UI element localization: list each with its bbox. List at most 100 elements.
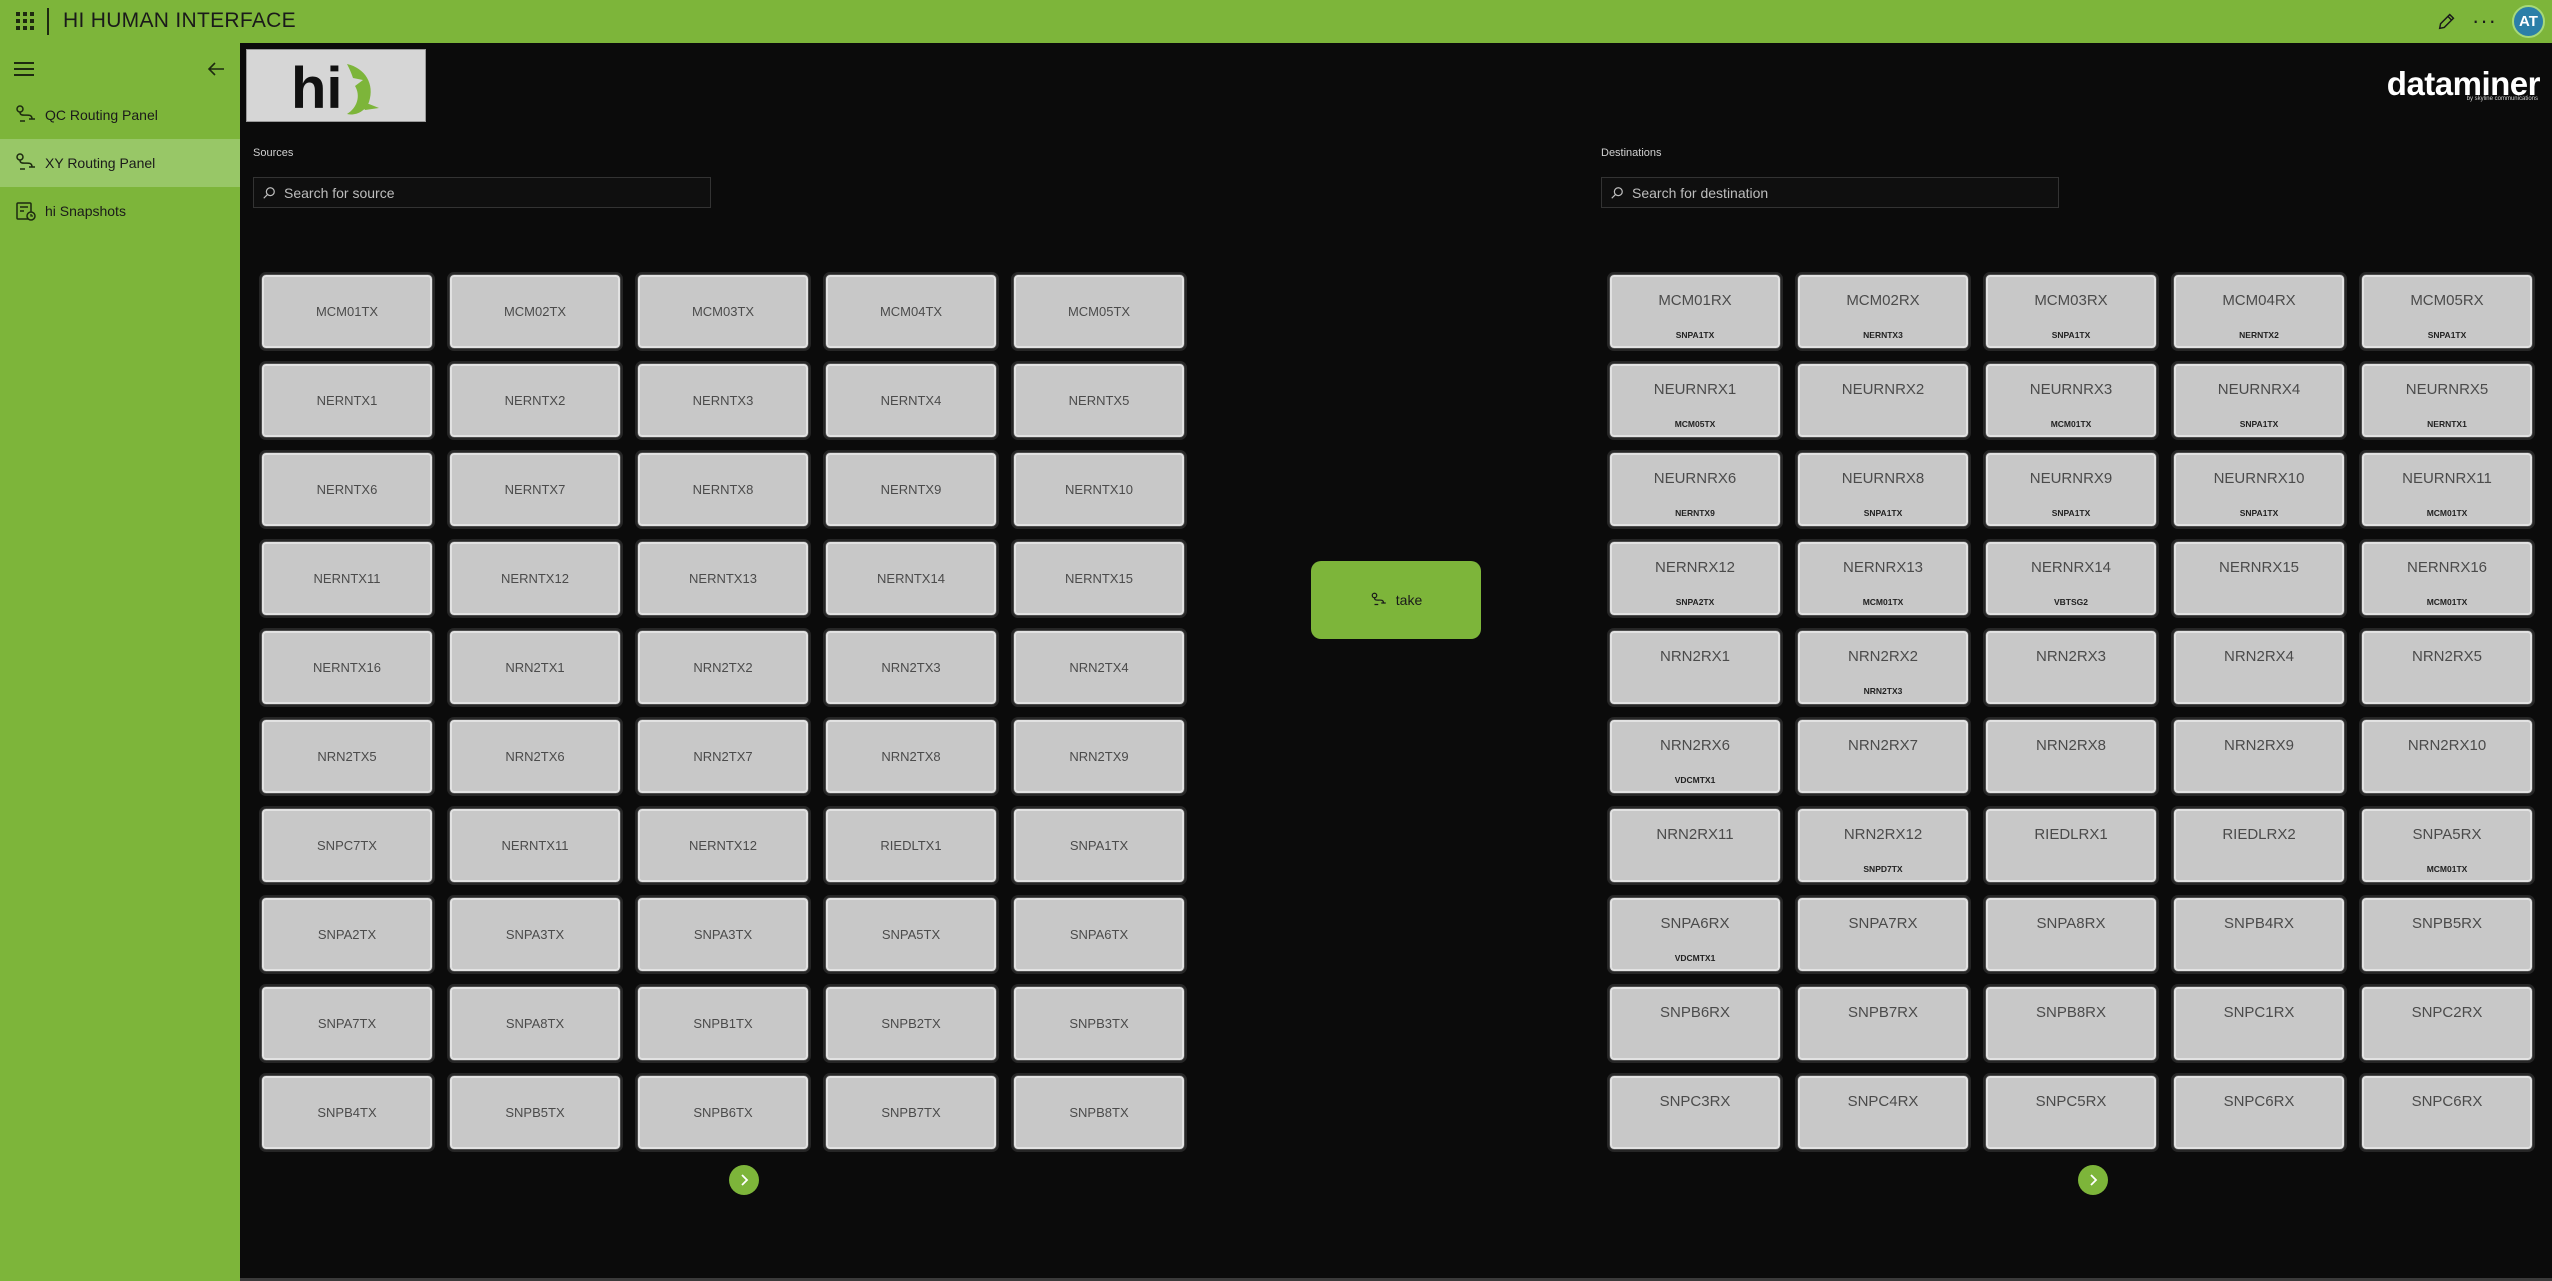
destination-tile[interactable]: SNPC6RX (2359, 1073, 2535, 1152)
more-options-icon[interactable]: ··· (2472, 8, 2497, 34)
destination-tile[interactable]: NEURNRX9 SNPA1TX (1983, 450, 2159, 529)
destination-tile[interactable]: NRN2RX11 (1607, 806, 1783, 885)
destination-tile[interactable]: NEURNRX2 (1795, 361, 1971, 440)
destination-tile[interactable]: NRN2RX12 SNPD7TX (1795, 806, 1971, 885)
destination-tile[interactable]: NEURNRX8 SNPA1TX (1795, 450, 1971, 529)
destination-tile[interactable]: NRN2RX1 (1607, 628, 1783, 707)
source-search[interactable] (253, 177, 711, 208)
destination-tile[interactable]: NRN2RX7 (1795, 717, 1971, 796)
source-tile[interactable]: NRN2TX1 (447, 628, 623, 707)
destination-tile[interactable]: RIEDLRX2 (2171, 806, 2347, 885)
source-tile[interactable]: SNPB2TX (823, 984, 999, 1063)
source-tile[interactable]: NERNTX12 (447, 539, 623, 618)
collapse-sidebar-arrow-icon[interactable] (204, 57, 228, 81)
destination-tile[interactable]: SNPB4RX (2171, 895, 2347, 974)
source-tile[interactable]: SNPA3TX (635, 895, 811, 974)
destination-tile[interactable]: NRN2RX3 (1983, 628, 2159, 707)
source-tile[interactable]: NRN2TX4 (1011, 628, 1187, 707)
source-tile[interactable]: SNPB3TX (1011, 984, 1187, 1063)
source-tile[interactable]: SNPB4TX (259, 1073, 435, 1152)
source-tile[interactable]: MCM02TX (447, 272, 623, 351)
source-tile[interactable]: MCM04TX (823, 272, 999, 351)
destination-tile[interactable]: SNPB5RX (2359, 895, 2535, 974)
destination-tile[interactable]: NRN2RX9 (2171, 717, 2347, 796)
sidebar-item-qc-routing-panel[interactable]: QC Routing Panel (0, 91, 240, 139)
source-tile[interactable]: SNPB8TX (1011, 1073, 1187, 1152)
destination-tile[interactable]: NEURNRX5 NERNTX1 (2359, 361, 2535, 440)
destination-search[interactable] (1601, 177, 2059, 208)
destination-tile[interactable]: SNPA8RX (1983, 895, 2159, 974)
destination-tile[interactable]: SNPC2RX (2359, 984, 2535, 1063)
source-tile[interactable]: SNPA8TX (447, 984, 623, 1063)
destination-tile[interactable]: NERNRX14 VBTSG2 (1983, 539, 2159, 618)
source-tile[interactable]: NERNTX10 (1011, 450, 1187, 529)
destination-tile[interactable]: NRN2RX6 VDCMTX1 (1607, 717, 1783, 796)
source-tile[interactable]: SNPB7TX (823, 1073, 999, 1152)
source-tile[interactable]: NERNTX9 (823, 450, 999, 529)
source-tile[interactable]: NERNTX12 (635, 806, 811, 885)
source-tile[interactable]: NERNTX4 (823, 361, 999, 440)
source-tile[interactable]: NERNTX8 (635, 450, 811, 529)
hamburger-menu-icon[interactable] (14, 62, 34, 78)
app-launcher-icon[interactable] (14, 10, 34, 30)
destination-tile[interactable]: NRN2RX5 (2359, 628, 2535, 707)
source-tile[interactable]: SNPB1TX (635, 984, 811, 1063)
source-tile[interactable]: NERNTX13 (635, 539, 811, 618)
destination-tile[interactable]: NERNRX15 (2171, 539, 2347, 618)
sidebar-item-xy-routing-panel[interactable]: XY Routing Panel (0, 139, 240, 187)
source-tile[interactable]: SNPA2TX (259, 895, 435, 974)
source-tile[interactable]: SNPA6TX (1011, 895, 1187, 974)
source-tile[interactable]: NERNTX14 (823, 539, 999, 618)
sidebar-item-hi-snapshots[interactable]: hi Snapshots (0, 187, 240, 235)
destination-tile[interactable]: NRN2RX2 NRN2TX3 (1795, 628, 1971, 707)
destination-tile[interactable]: NRN2RX8 (1983, 717, 2159, 796)
source-tile[interactable]: SNPB6TX (635, 1073, 811, 1152)
source-tile[interactable]: NERNTX5 (1011, 361, 1187, 440)
destination-tile[interactable]: SNPA5RX MCM01TX (2359, 806, 2535, 885)
sources-next-page-button[interactable] (729, 1165, 759, 1195)
destination-tile[interactable]: SNPC4RX (1795, 1073, 1971, 1152)
source-tile[interactable]: NERNTX1 (259, 361, 435, 440)
source-tile[interactable]: NERNTX11 (447, 806, 623, 885)
source-tile[interactable]: NRN2TX8 (823, 717, 999, 796)
destination-tile[interactable]: NERNRX13 MCM01TX (1795, 539, 1971, 618)
destination-tile[interactable]: SNPB6RX (1607, 984, 1783, 1063)
destination-tile[interactable]: MCM03RX SNPA1TX (1983, 272, 2159, 351)
source-tile[interactable]: NERNTX15 (1011, 539, 1187, 618)
destination-tile[interactable]: SNPC3RX (1607, 1073, 1783, 1152)
destination-tile[interactable]: NEURNRX1 MCM05TX (1607, 361, 1783, 440)
destination-tile[interactable]: NRN2RX4 (2171, 628, 2347, 707)
source-tile[interactable]: NERNTX11 (259, 539, 435, 618)
source-tile[interactable]: NERNTX3 (635, 361, 811, 440)
source-tile[interactable]: SNPA3TX (447, 895, 623, 974)
destination-tile[interactable]: NEURNRX4 SNPA1TX (2171, 361, 2347, 440)
destination-tile[interactable]: MCM02RX NERNTX3 (1795, 272, 1971, 351)
source-tile[interactable]: SNPB5TX (447, 1073, 623, 1152)
edit-pencil-icon[interactable] (2436, 10, 2458, 32)
destination-tile[interactable]: NERNRX12 SNPA2TX (1607, 539, 1783, 618)
source-tile[interactable]: SNPC7TX (259, 806, 435, 885)
source-search-input[interactable] (284, 184, 684, 201)
destination-tile[interactable]: MCM01RX SNPA1TX (1607, 272, 1783, 351)
source-tile[interactable]: NRN2TX9 (1011, 717, 1187, 796)
destination-tile[interactable]: SNPC6RX (2171, 1073, 2347, 1152)
destination-tile[interactable]: SNPC5RX (1983, 1073, 2159, 1152)
source-tile[interactable]: NRN2TX7 (635, 717, 811, 796)
source-tile[interactable]: MCM01TX (259, 272, 435, 351)
source-tile[interactable]: NRN2TX6 (447, 717, 623, 796)
source-tile[interactable]: NERNTX16 (259, 628, 435, 707)
destination-tile[interactable]: NEURNRX11 MCM01TX (2359, 450, 2535, 529)
destination-tile[interactable]: NEURNRX10 SNPA1TX (2171, 450, 2347, 529)
source-tile[interactable]: NERNTX2 (447, 361, 623, 440)
source-tile[interactable]: SNPA7TX (259, 984, 435, 1063)
destinations-next-page-button[interactable] (2078, 1165, 2108, 1195)
source-tile[interactable]: MCM05TX (1011, 272, 1187, 351)
source-tile[interactable]: NRN2TX2 (635, 628, 811, 707)
source-tile[interactable]: SNPA1TX (1011, 806, 1187, 885)
destination-tile[interactable]: MCM04RX NERNTX2 (2171, 272, 2347, 351)
source-tile[interactable]: RIEDLTX1 (823, 806, 999, 885)
destination-tile[interactable]: NRN2RX10 (2359, 717, 2535, 796)
destination-tile[interactable]: RIEDLRX1 (1983, 806, 2159, 885)
destination-tile[interactable]: NERNRX16 MCM01TX (2359, 539, 2535, 618)
destination-tile[interactable]: MCM05RX SNPA1TX (2359, 272, 2535, 351)
